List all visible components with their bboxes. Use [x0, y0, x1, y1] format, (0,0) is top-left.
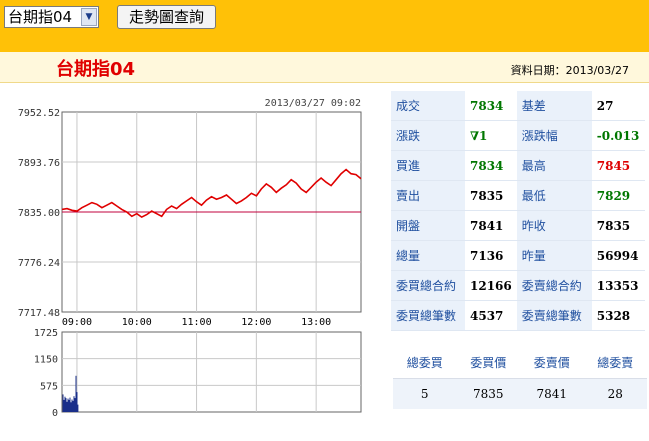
quote-value: 7835 — [465, 180, 517, 211]
chart-query-button[interactable]: 走勢圖查詢 — [117, 5, 216, 29]
quote-value: 7845 — [591, 150, 645, 181]
price-x-tick-label: 09:00 — [62, 317, 92, 328]
quote-value: 5328 — [591, 300, 645, 331]
volume-y-tick-label: 0 — [52, 408, 58, 419]
quote-label: 成交 — [391, 91, 465, 121]
quote-row: 開盤 7841 昨收 7835 — [391, 210, 645, 241]
page-title: 台期指04 — [56, 59, 136, 80]
quote-value: 4537 — [465, 300, 517, 331]
contract-select-value: 台期指04 — [8, 8, 73, 26]
volume-bar — [72, 400, 74, 412]
quote-label: 基差 — [516, 91, 592, 121]
volume-bar — [73, 396, 75, 412]
quote-value: 56994 — [591, 240, 645, 271]
orderbook-header-ask-price: 委賣價 — [520, 347, 584, 379]
quote-label: 委買總合約 — [391, 270, 465, 301]
quote-row: 總量 7136 昨量 56994 — [391, 240, 645, 271]
quote-value: ∇1 — [465, 120, 517, 151]
chart-timestamp: 2013/03/27 09:02 — [265, 98, 361, 109]
quote-row: 委買總合約 12166 委賣總合約 13353 — [391, 270, 645, 301]
orderbook-bid-price: 7835 — [456, 378, 520, 409]
volume-bar — [75, 375, 77, 412]
volume-y-tick-label: 575 — [40, 381, 58, 392]
data-date: 資料日期：2013/03/27 — [510, 64, 629, 77]
price-y-tick-label: 7776.24 — [18, 258, 60, 269]
quote-row: 成交 7834 基差 27 — [391, 91, 645, 121]
orderbook-row: 5 7835 7841 28 — [393, 378, 647, 409]
volume-bar — [64, 396, 66, 412]
quote-value: 27 — [591, 91, 645, 121]
volume-bar — [70, 402, 72, 412]
quote-value: 12166 — [465, 270, 517, 301]
quote-value: 7835 — [591, 210, 645, 241]
price-y-tick-label: 7717.48 — [18, 308, 60, 319]
quote-label: 開盤 — [391, 210, 465, 241]
orderbook-header-total-ask: 總委賣 — [583, 347, 647, 379]
volume-bar — [65, 398, 67, 412]
quote-value: 13353 — [591, 270, 645, 301]
price-x-tick-label: 10:00 — [122, 317, 152, 328]
quote-value: 7136 — [465, 240, 517, 271]
quote-value: 7834 — [465, 150, 517, 181]
quote-row: 漲跌 ∇1 漲跌幅 -0.013 — [391, 120, 645, 151]
quote-label: 昨收 — [516, 210, 592, 241]
quote-label: 買進 — [391, 150, 465, 181]
orderbook-table: 總委買 委買價 委賣價 總委賣 5 7835 7841 28 — [393, 347, 647, 409]
orderbook-total-ask: 28 — [583, 378, 647, 409]
volume-bar — [71, 399, 73, 412]
volume-bar — [62, 394, 64, 412]
quote-table: 成交 7834 基差 27 漲跌 ∇1 漲跌幅 -0.013 買進 7834 最高 7845 賣出 783… — [391, 91, 645, 331]
quote-label: 委買總筆數 — [391, 300, 465, 331]
price-y-tick-label: 7952.52 — [18, 108, 60, 119]
chart-area: 7952.52 7893.76 7835.00 7776.24 7717.48 09:00… — [0, 92, 380, 441]
volume-y-tick-label: 1150 — [34, 355, 58, 366]
quote-value: 7841 — [465, 210, 517, 241]
quote-label: 昨量 — [516, 240, 592, 271]
volume-bar — [74, 398, 76, 412]
quote-label: 委賣總合約 — [516, 270, 592, 301]
volume-bar — [69, 397, 71, 412]
price-y-tick-label: 7835.00 — [18, 208, 60, 219]
orderbook-header-total-bid: 總委買 — [393, 347, 457, 379]
contract-select[interactable]: 台期指04 ▼ — [4, 6, 99, 28]
chevron-down-icon[interactable]: ▼ — [81, 8, 97, 26]
price-x-tick-label: 12:00 — [241, 317, 271, 328]
quote-label: 賣出 — [391, 180, 465, 211]
price-y-tick-label: 7893.76 — [18, 158, 60, 169]
price-x-tick-label: 13:00 — [301, 317, 331, 328]
orderbook-header-bid-price: 委買價 — [456, 347, 520, 379]
quote-label: 漲跌 — [391, 120, 465, 151]
quote-label: 最高 — [516, 150, 592, 181]
volume-bar — [68, 399, 70, 412]
quote-label: 委賣總筆數 — [516, 300, 592, 331]
quote-value: 7834 — [465, 91, 517, 121]
quote-label: 總量 — [391, 240, 465, 271]
orderbook-total-bid: 5 — [393, 378, 457, 409]
volume-y-tick-label: 1725 — [34, 328, 58, 339]
quote-value: -0.013 — [591, 120, 645, 151]
quote-value: 7829 — [591, 180, 645, 211]
price-volume-chart: 7952.52 7893.76 7835.00 7776.24 7717.4809:00… — [18, 98, 362, 419]
volume-bar — [77, 404, 79, 412]
volume-bar — [63, 399, 65, 412]
quote-label: 漲跌幅 — [516, 120, 592, 151]
volume-bar — [76, 392, 78, 412]
quote-row: 買進 7834 最高 7845 — [391, 150, 645, 181]
price-x-tick-label: 11:00 — [181, 317, 211, 328]
orderbook-ask-price: 7841 — [520, 378, 584, 409]
quote-row: 賣出 7835 最低 7829 — [391, 180, 645, 211]
quote-label: 最低 — [516, 180, 592, 211]
volume-bar — [67, 398, 69, 412]
quote-row: 委買總筆數 4537 委賣總筆數 5328 — [391, 300, 645, 331]
volume-bar — [66, 401, 68, 412]
